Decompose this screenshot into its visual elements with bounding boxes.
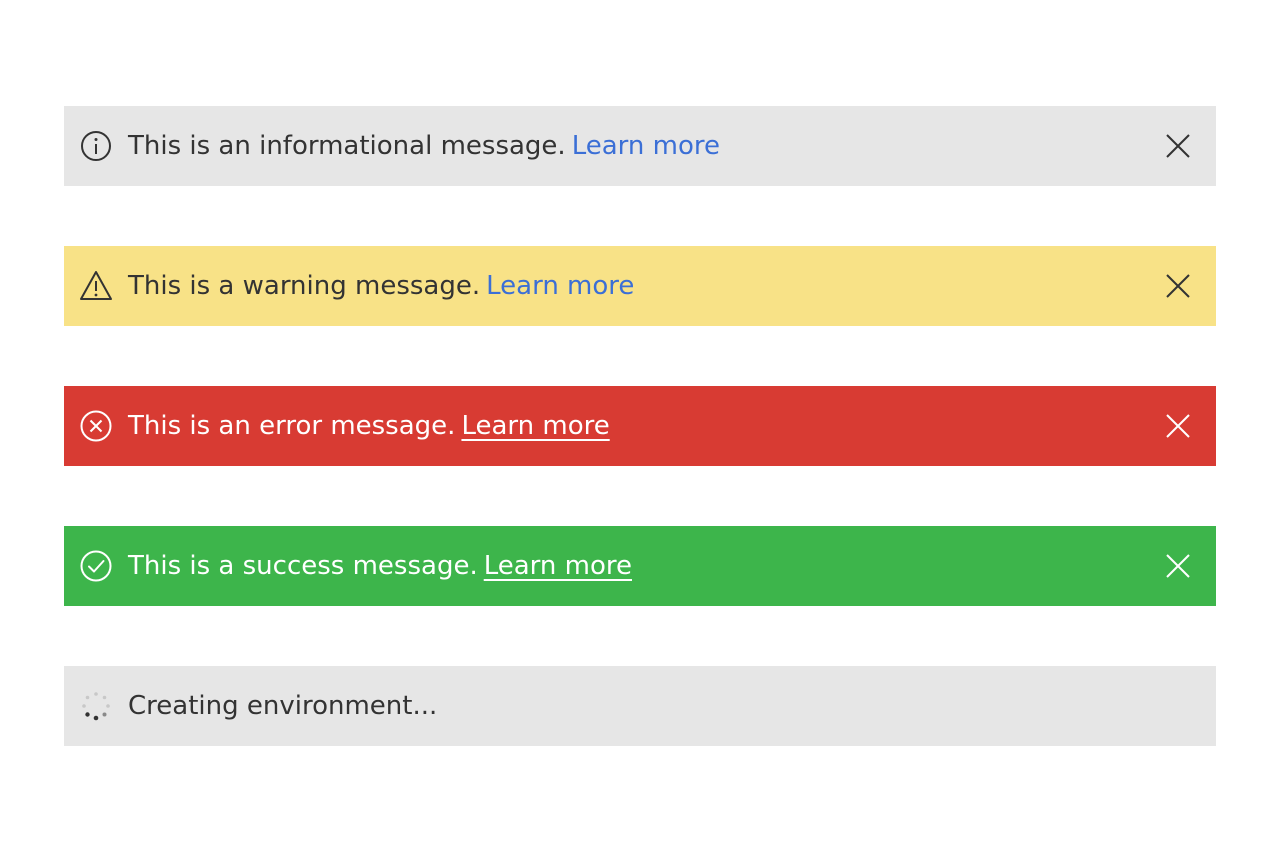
progress-message-bar: Creating environment... <box>64 666 1216 746</box>
success-close-button[interactable] <box>1164 552 1192 580</box>
success-message-text: This is a success message. <box>128 551 478 581</box>
message-bar-stack: This is an informational message. Learn m… <box>64 106 1216 806</box>
close-icon <box>1166 134 1190 158</box>
info-circle-icon <box>78 128 114 164</box>
info-message-text: This is an informational message. <box>128 131 566 161</box>
success-message: This is a success message. Learn more <box>128 526 632 606</box>
progress-message-text: Creating environment... <box>128 691 438 721</box>
warning-message: This is a warning message. Learn more <box>128 246 634 326</box>
info-learn-more-link[interactable]: Learn more <box>572 131 720 161</box>
close-icon <box>1166 414 1190 438</box>
close-icon <box>1166 554 1190 578</box>
warning-triangle-icon <box>78 268 114 304</box>
success-check-circle-icon <box>78 548 114 584</box>
warning-learn-more-link[interactable]: Learn more <box>486 271 634 301</box>
info-message: This is an informational message. Learn m… <box>128 106 720 186</box>
error-message: This is an error message. Learn more <box>128 386 610 466</box>
error-message-text: This is an error message. <box>128 411 456 441</box>
warning-close-button[interactable] <box>1164 272 1192 300</box>
success-learn-more-link[interactable]: Learn more <box>484 551 632 581</box>
close-icon <box>1166 274 1190 298</box>
error-message-bar: This is an error message. Learn more <box>64 386 1216 466</box>
warning-message-text: This is a warning message. <box>128 271 481 301</box>
error-close-button[interactable] <box>1164 412 1192 440</box>
spinner-icon <box>78 688 114 724</box>
warning-message-bar: This is a warning message. Learn more <box>64 246 1216 326</box>
success-message-bar: This is a success message. Learn more <box>64 526 1216 606</box>
info-close-button[interactable] <box>1164 132 1192 160</box>
progress-message: Creating environment... <box>128 666 443 746</box>
error-circle-x-icon <box>78 408 114 444</box>
error-learn-more-link[interactable]: Learn more <box>461 411 609 441</box>
info-message-bar: This is an informational message. Learn m… <box>64 106 1216 186</box>
